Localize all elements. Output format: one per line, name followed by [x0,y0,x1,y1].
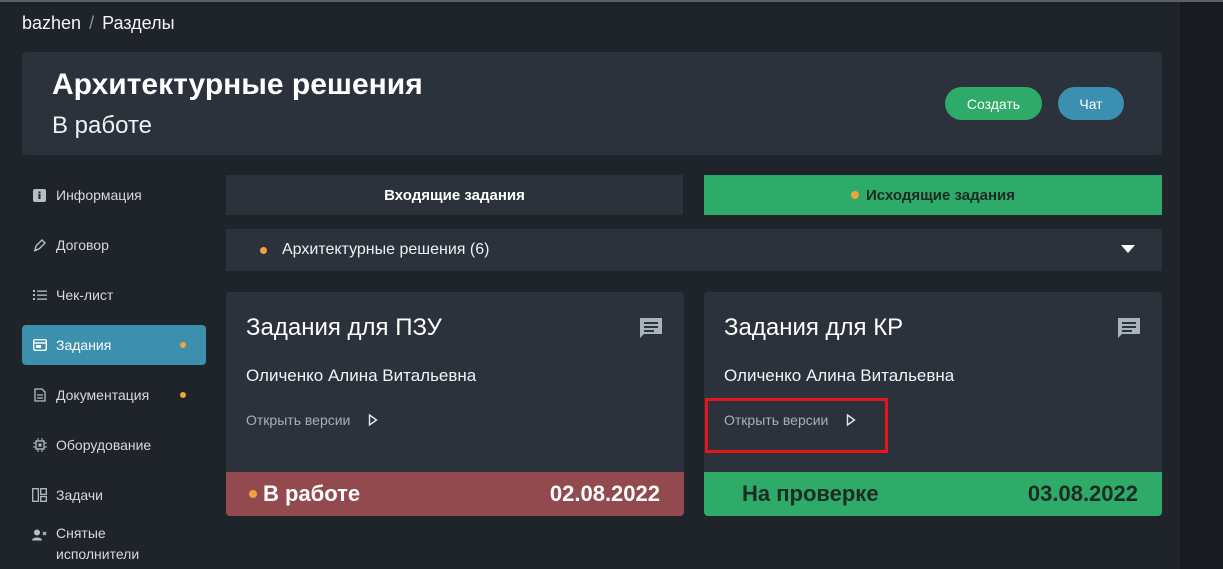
board-icon [31,487,48,503]
notification-dot [180,342,186,348]
comment-icon[interactable] [1116,316,1142,340]
sidebar-item-checklist[interactable]: Чек-лист [22,275,206,315]
page-title: Архитектурные решения [52,68,423,101]
sidebar-item-contract[interactable]: Договор [22,225,206,265]
chat-button[interactable]: Чат [1058,87,1124,120]
play-icon [369,414,379,426]
page-header: Архитектурные решения В работе Создать Ч… [22,52,1162,155]
notification-dot [260,246,267,254]
user-remove-icon [31,527,48,543]
card-title: Задания для ПЗУ [246,314,442,341]
card-status-bar: На проверке 03.08.2022 [704,472,1162,516]
tab-label: Входящие задания [384,186,525,204]
pen-icon [31,237,48,253]
tab-outgoing-tasks[interactable]: Исходящие задания [704,175,1162,215]
checklist-icon [31,287,48,303]
notification-dot [180,392,186,398]
sidebar-item-equipment[interactable]: Оборудование [22,425,206,465]
tab-incoming-tasks[interactable]: Входящие задания [226,175,683,215]
sidebar-item-kanban[interactable]: Задачи [22,475,206,515]
chip-icon [31,437,48,453]
card-date: 02.08.2022 [549,481,660,506]
document-icon [31,387,48,403]
breadcrumb-root-link[interactable]: bazhen [22,13,81,34]
sidebar-item-tasks[interactable]: Задания [22,325,206,365]
breadcrumb-current[interactable]: Разделы [102,13,174,34]
create-button[interactable]: Создать [945,87,1042,120]
sidebar-item-label: Документация [56,387,150,403]
sidebar-item-label: Чек-лист [56,287,114,303]
card-status: В работе [263,481,361,506]
card-status: На проверке [742,481,879,506]
open-versions-label: Открыть версии [246,412,351,428]
sidebar-item-label: Оборудование [56,437,152,453]
sidebar-item-label: Задания [56,337,112,353]
sidebar-item-documentation[interactable]: Документация [22,375,206,415]
notification-dot [850,191,859,199]
sidebar-item-label: Снятые исполнители [56,525,140,562]
card-date: 03.08.2022 [1027,481,1138,506]
page-status: В работе [52,112,153,139]
window-top-border [0,0,1223,2]
window-icon [31,337,48,353]
sidebar-item-label: Договор [56,237,109,253]
section-dropdown[interactable]: Архитектурные решения (6) [226,229,1162,271]
tab-label: Исходящие задания [865,186,1016,204]
info-icon [31,187,48,203]
card-assignee: Оличенко Алина Витальевна [724,366,955,385]
comment-icon[interactable] [638,316,664,340]
sidebar-item-label: Информация [56,187,142,203]
breadcrumb: bazhen / Разделы [22,13,175,34]
card-title: Задания для КР [724,314,904,341]
card-assignee: Оличенко Алина Витальевна [246,366,477,385]
sidebar-item-removed-executors[interactable]: Снятые исполнители [22,525,206,569]
open-versions-link[interactable]: Открыть версии [246,412,379,428]
breadcrumb-separator: / [89,13,95,33]
sidebar-item-label: Задачи [56,487,104,503]
right-edge-pane [1180,2,1223,569]
task-card: Задания для ПЗУ Оличенко Алина Витальевн… [226,292,684,516]
highlight-box [705,398,888,453]
card-status-bar: В работе 02.08.2022 [226,472,684,516]
sidebar-item-info[interactable]: Информация [22,175,206,215]
chevron-down-icon[interactable] [1121,245,1135,253]
section-label: Архитектурные решения (6) [282,241,490,258]
notification-dot [249,490,257,498]
